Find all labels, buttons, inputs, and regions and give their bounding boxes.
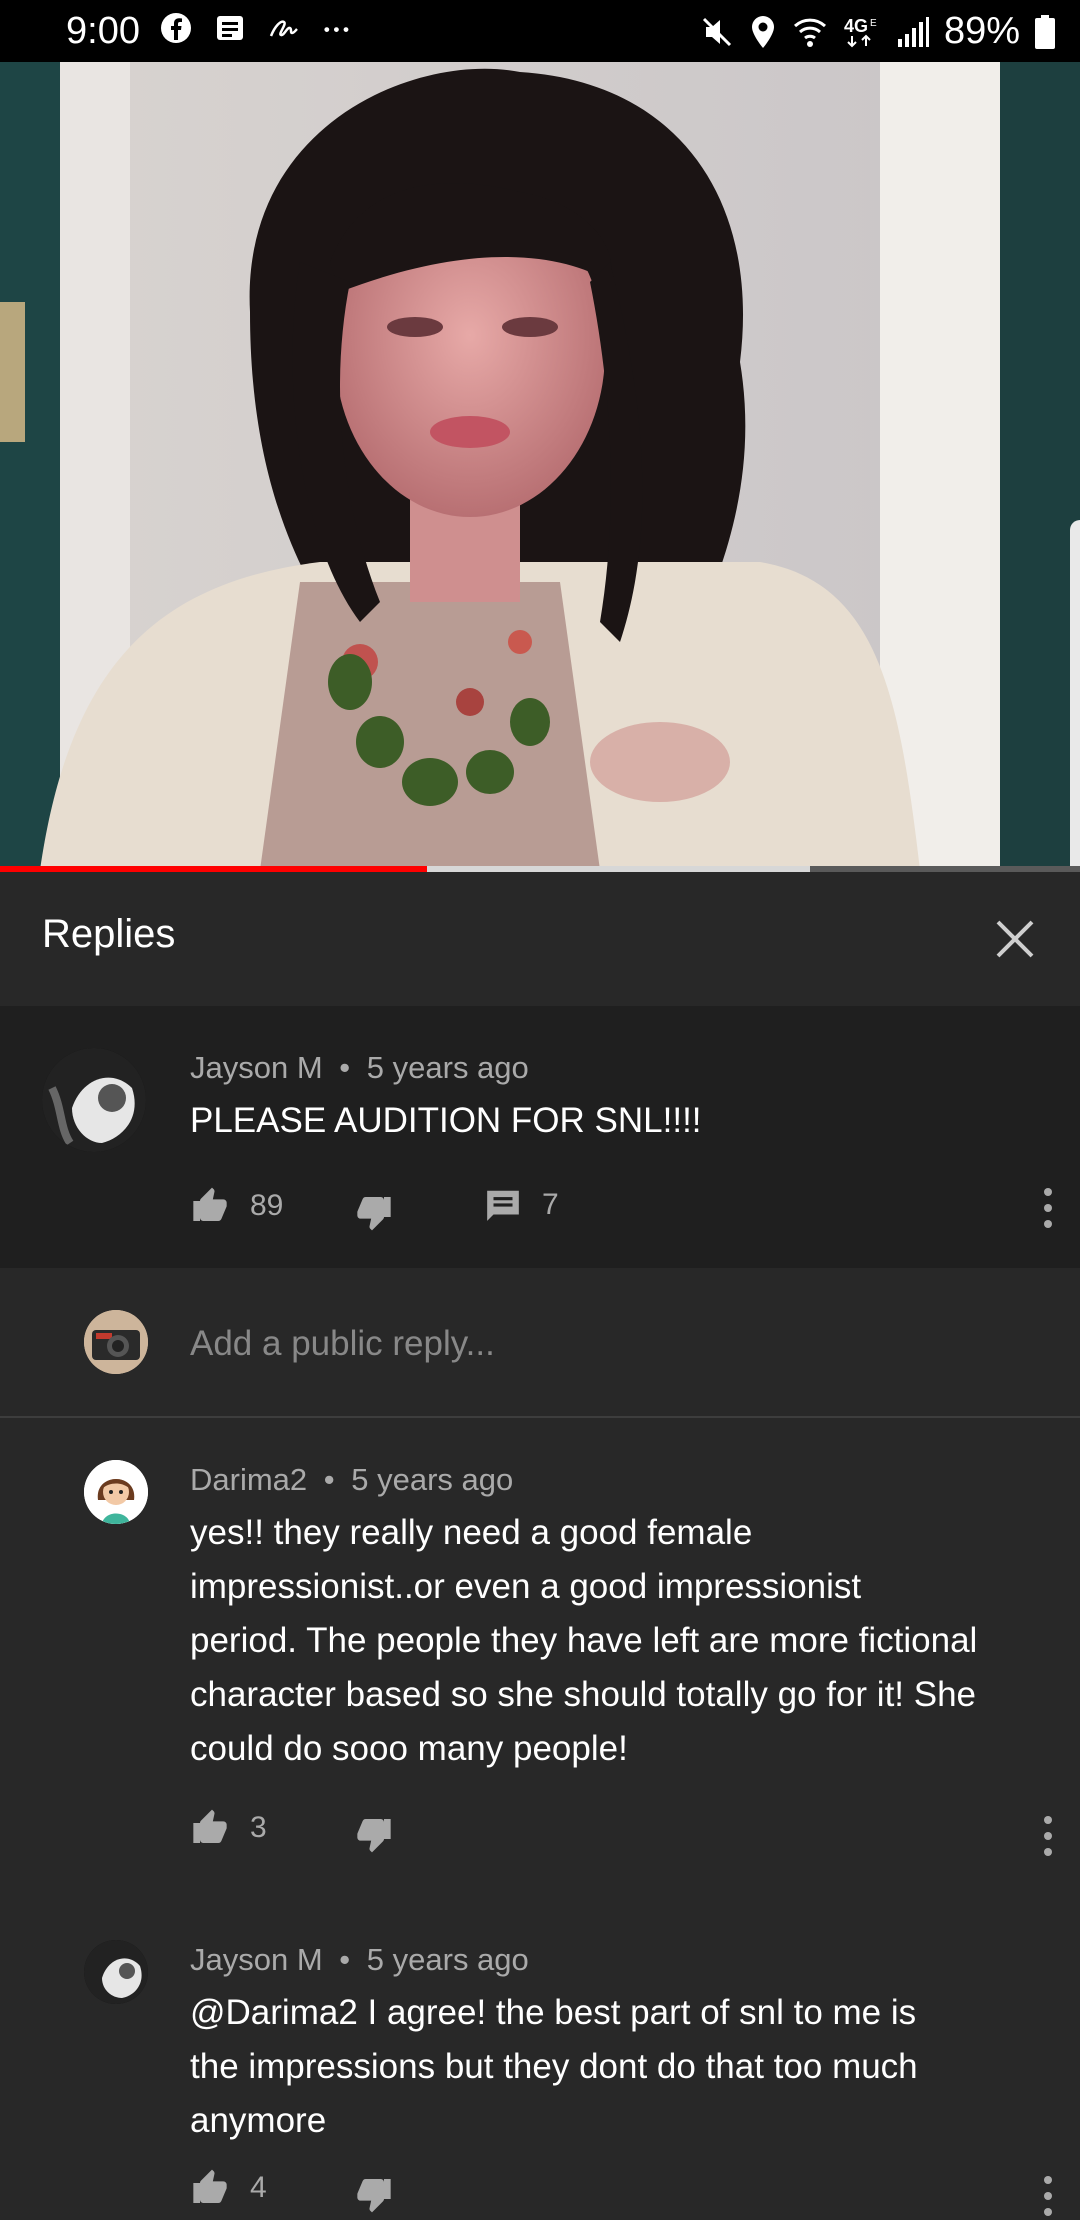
comment-text-line: anymore (190, 2101, 327, 2140)
status-bar: 9:00 4G E 89% (0, 0, 1080, 62)
like-count: 4 (250, 2171, 267, 2204)
reply-item: Darima2 • 5 years ago yes!! they really … (0, 1418, 1080, 1898)
avatar-image (42, 1048, 146, 1152)
thumb-down-icon[interactable] (354, 2174, 394, 2214)
replies-title: Replies (42, 912, 176, 956)
meta-separator: • (323, 1462, 335, 1497)
cartoon-avatar-image (84, 1460, 148, 1524)
4g-icon: 4G E (844, 16, 877, 47)
battery-icon (1035, 14, 1055, 49)
avatar[interactable] (42, 1048, 146, 1152)
avatar (84, 1310, 148, 1374)
comment-age: 5 years ago (351, 1462, 514, 1497)
comment-text: yes!! they really need a good female imp… (190, 1506, 977, 1776)
message-icon (217, 16, 243, 40)
comment-age: 5 years ago (366, 1050, 529, 1085)
comment-text-line: could do sooo many people! (190, 1729, 628, 1768)
thumb-up-icon[interactable] (190, 1186, 230, 1226)
camera-avatar-image (84, 1310, 148, 1374)
video-frame (0, 62, 1080, 870)
thumb-up-icon[interactable] (190, 1808, 230, 1848)
like-action: 3 (190, 1808, 267, 1848)
comment-meta: Jayson M • 5 years ago (190, 1050, 529, 1086)
replies-header: Replies (0, 872, 1080, 1006)
battery-percent: 89% (943, 10, 1020, 52)
avatar-image (84, 1940, 148, 2004)
comment-age: 5 years ago (366, 1942, 529, 1977)
signature-icon (269, 20, 298, 37)
comment-text-line: the impressions but they dont do that to… (190, 2047, 918, 2086)
comment-author[interactable]: Jayson M (190, 1050, 323, 1085)
like-count: 89 (250, 1189, 284, 1222)
comment-text-line: character based so she should totally go… (190, 1675, 977, 1714)
comment-author[interactable]: Darima2 (190, 1462, 307, 1497)
meta-separator: • (339, 1942, 351, 1977)
reply-item: Jayson M • 5 years ago @Darima2 I agree!… (0, 1898, 1080, 2220)
more-dots-icon (324, 27, 349, 32)
comment-icon (487, 1190, 519, 1221)
wifi-calling-icon (793, 18, 826, 47)
status-system-icons: 4G E 89% (700, 10, 1056, 53)
svg-text:4G: 4G (844, 16, 868, 36)
more-options-icon[interactable] (1042, 1186, 1054, 1230)
status-notification-icons (160, 12, 354, 44)
svg-text:E: E (870, 18, 877, 29)
thumb-up-icon[interactable] (190, 2168, 230, 2208)
comment-text-line: impressionist..or even a good impression… (190, 1567, 862, 1606)
reply-input[interactable]: Add a public reply... (190, 1324, 495, 1364)
close-icon[interactable] (990, 914, 1040, 964)
signal-icon (897, 16, 929, 47)
thumb-down-icon[interactable] (354, 1192, 394, 1232)
reply-input-row: Add a public reply... (0, 1268, 1080, 1416)
replies-action[interactable]: 7 (484, 1186, 559, 1224)
avatar[interactable] (84, 1940, 148, 2004)
more-options-icon[interactable] (1042, 1814, 1054, 1858)
comment-text-line: @Darima2 I agree! the best part of snl t… (190, 1993, 917, 2032)
more-options-icon[interactable] (1042, 2174, 1054, 2218)
video-player[interactable] (0, 62, 1080, 870)
like-action: 89 (190, 1186, 283, 1226)
parent-comment: Jayson M • 5 years ago PLEASE AUDITION F… (0, 1006, 1080, 1268)
comment-text: PLEASE AUDITION FOR SNL!!!! (190, 1101, 702, 1140)
reply-count: 7 (542, 1188, 559, 1221)
facebook-icon (161, 13, 191, 43)
location-icon (751, 15, 774, 48)
meta-separator: • (339, 1050, 351, 1085)
comment-text: @Darima2 I agree! the best part of snl t… (190, 1986, 918, 2148)
comment-author[interactable]: Jayson M (190, 1942, 323, 1977)
status-time: 9:00 (66, 10, 140, 52)
thumb-down-icon[interactable] (354, 1814, 394, 1854)
mute-icon (702, 17, 731, 46)
like-count: 3 (250, 1811, 267, 1844)
comment-text-line: yes!! they really need a good female (190, 1513, 753, 1552)
comment-text-line: period. The people they have left are mo… (190, 1621, 978, 1660)
comment-meta: Darima2 • 5 years ago (190, 1462, 513, 1498)
comment-meta: Jayson M • 5 years ago (190, 1942, 529, 1978)
like-action: 4 (190, 2168, 267, 2208)
avatar[interactable] (84, 1460, 148, 1524)
